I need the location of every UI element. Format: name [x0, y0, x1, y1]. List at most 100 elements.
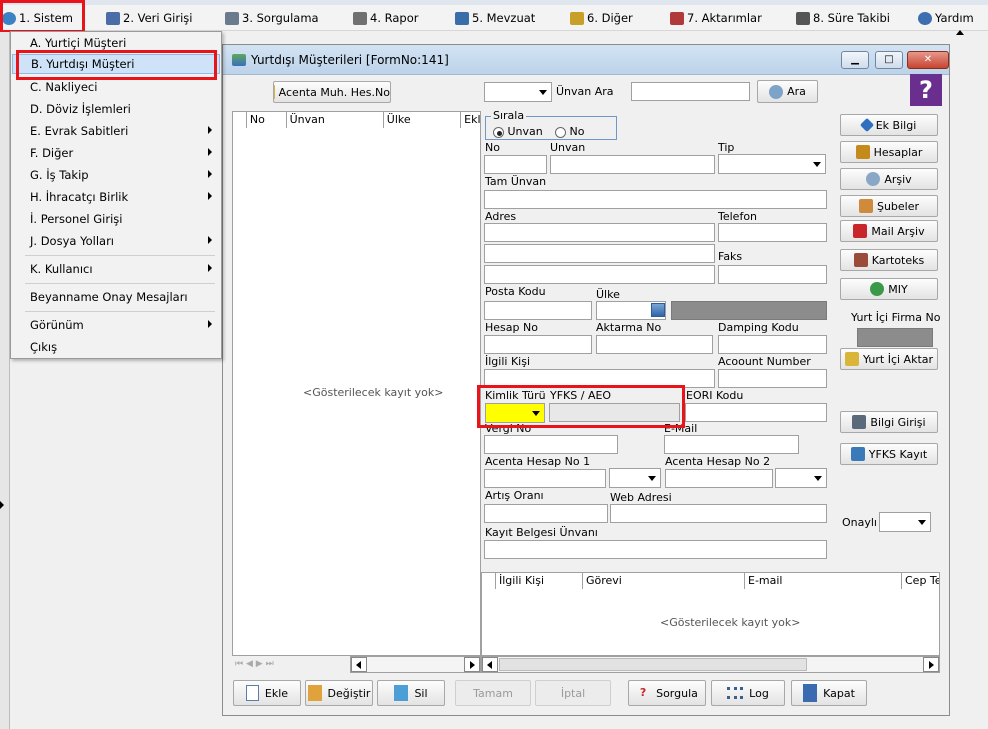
grid-col-gorevi[interactable]: Görevi [583, 573, 745, 589]
acenta-hesap-no-2-select[interactable] [775, 468, 827, 488]
scroll-left-arrow-icon[interactable] [482, 657, 498, 672]
scroll-thumb[interactable] [499, 658, 807, 671]
account-number-input[interactable] [718, 369, 827, 388]
kartoteks-button[interactable]: Kartoteks [840, 249, 938, 271]
menu-item-kullanici[interactable]: K. Kullanıcı [12, 258, 220, 280]
damping-kodu-input[interactable] [718, 335, 827, 354]
log-button[interactable]: Log [711, 680, 785, 706]
bilgi-girisi-button[interactable]: Bilgi Girişi [840, 411, 938, 433]
close-button[interactable]: ✕ [907, 51, 949, 69]
grid-col-cep-tel[interactable]: Cep Tel [902, 573, 939, 589]
menu-item-is-takip[interactable]: G. İş Takip [12, 164, 220, 186]
minimize-button[interactable]: ▁ [841, 51, 869, 69]
radio-no-indicator[interactable] [555, 126, 566, 138]
email-input[interactable] [664, 435, 799, 454]
chevron-down-icon [813, 162, 821, 167]
degistir-button[interactable]: Değiştir [305, 680, 373, 706]
ekle-button[interactable]: Ekle [233, 680, 301, 706]
menu-rapor[interactable]: 4. Rapor [353, 5, 418, 31]
menu-diger[interactable]: 6. Diğer [570, 5, 633, 31]
scroll-right-arrow-icon[interactable] [923, 657, 939, 672]
menu-item-gorunum[interactable]: Görünüm [12, 314, 220, 336]
sil-button[interactable]: Sil [377, 680, 445, 706]
tamam-button[interactable]: Tamam [455, 680, 531, 706]
adres-input-2[interactable] [484, 244, 715, 263]
menu-item-personel-girisi[interactable]: İ. Personel Girişi [12, 208, 220, 230]
ulke-lookup-icon[interactable] [651, 303, 665, 317]
menu-item-dosya-yollari[interactable]: J. Dosya Yolları [12, 230, 220, 252]
menu-sure-takibi[interactable]: 8. Süre Takibi [796, 5, 890, 31]
menu-item-ihracatci-birlik[interactable]: H. İhracatçı Birlik [12, 186, 220, 208]
menu-mevzuat[interactable]: 5. Mevzuat [455, 5, 535, 31]
menu-item-cikis[interactable]: Çıkış [12, 336, 220, 358]
onayli-select[interactable] [879, 512, 931, 532]
aktarma-no-input[interactable] [596, 335, 713, 354]
grid-navigator[interactable]: ⏮ ◀ ▶ ⏭ [232, 656, 350, 673]
acenta-hesap-no-1-input[interactable] [484, 469, 606, 488]
nav-prev-icon[interactable]: ◀ [246, 659, 253, 669]
mail-arsiv-button[interactable]: Mail Arşiv [840, 220, 938, 242]
search-input[interactable] [631, 82, 750, 101]
telefon-input[interactable] [718, 223, 827, 242]
folder-arrow-icon [844, 352, 859, 366]
artis-orani-input[interactable] [484, 504, 608, 523]
scroll-right-arrow-icon[interactable] [464, 657, 480, 672]
acenta-hesap-no-1-select[interactable] [609, 468, 661, 488]
adres-input-3[interactable] [484, 265, 715, 284]
unvan-input[interactable] [550, 155, 715, 174]
yfks-kayit-button[interactable]: YFKS Kayıt [840, 443, 938, 465]
acenta-muh-hes-button[interactable]: Acenta Muh. Hes.No [273, 81, 391, 103]
radio-unvan[interactable]: Unvan [493, 125, 543, 138]
grid-col-ilgili-kisi[interactable]: İlgili Kişi [496, 573, 583, 589]
scroll-left-arrow-icon[interactable] [351, 657, 367, 672]
hesaplar-button[interactable]: Hesaplar [840, 141, 938, 163]
web-adresi-input[interactable] [610, 504, 827, 523]
iptal-button[interactable]: İptal [535, 680, 611, 706]
sorgula-button[interactable]: ? Sorgula [628, 680, 706, 706]
posta-kodu-input[interactable] [484, 301, 592, 320]
menu-aktarimlar[interactable]: 7. Aktarımlar [670, 5, 762, 31]
maximize-button[interactable]: □ [875, 51, 903, 69]
menu-sorgulama[interactable]: 3. Sorgulama [225, 5, 319, 31]
ara-button[interactable]: Ara [757, 80, 818, 103]
search-field-select[interactable] [484, 82, 552, 102]
faks-input[interactable] [718, 265, 827, 284]
ek-bilgi-button[interactable]: Ek Bilgi [840, 114, 938, 136]
yurt-ici-aktar-button[interactable]: Yurt İçi Aktar [840, 348, 938, 370]
radio-no[interactable]: No [555, 125, 584, 138]
contacts-grid-hscrollbar[interactable] [481, 656, 940, 673]
grid-col-email[interactable]: E-mail [745, 573, 902, 589]
adres-input-1[interactable] [484, 223, 715, 242]
menu-yardim[interactable]: Yardım [918, 5, 974, 31]
eori-kodu-input[interactable] [685, 403, 827, 422]
grid-col-ekle[interactable]: Ekle [461, 112, 480, 128]
acenta-hesap-no-2-input[interactable] [665, 469, 773, 488]
help-button[interactable]: ? [910, 74, 942, 106]
nav-last-icon[interactable]: ⏭ [266, 659, 274, 669]
subeler-button[interactable]: Şubeler [840, 195, 938, 217]
grid-col-ulke[interactable]: Ülke [384, 112, 462, 128]
tam-unvan-input[interactable] [484, 190, 827, 209]
grid-col-unvan[interactable]: Ünvan [287, 112, 384, 128]
menu-item-evrak-sabitleri[interactable]: E. Evrak Sabitleri [12, 120, 220, 142]
radio-unvan-indicator[interactable] [493, 126, 504, 138]
dock-expand-arrow-icon[interactable] [0, 501, 4, 509]
vergi-no-input[interactable] [484, 435, 618, 454]
grid-col-no[interactable]: No [247, 112, 287, 128]
menu-separator [25, 255, 215, 256]
menubar-collapse-arrow-icon[interactable] [956, 30, 964, 35]
tip-select[interactable] [718, 154, 826, 174]
no-input[interactable] [484, 155, 547, 174]
menu-item-beyanname-onay[interactable]: Beyanname Onay Mesajları [12, 286, 220, 308]
nav-first-icon[interactable]: ⏮ [235, 659, 243, 669]
menu-item-doviz-islemleri[interactable]: D. Döviz İşlemleri [12, 98, 220, 120]
arsiv-button[interactable]: Arşiv [840, 168, 938, 190]
musteri-grid-hscrollbar[interactable] [350, 656, 481, 673]
miy-button[interactable]: MIY [840, 278, 938, 300]
menu-veri-girisi[interactable]: 2. Veri Girişi [106, 5, 192, 31]
kapat-button[interactable]: Kapat [791, 680, 867, 706]
hesap-no-input[interactable] [484, 335, 592, 354]
menu-item-diger[interactable]: F. Diğer [12, 142, 220, 164]
kayit-belgesi-input[interactable] [484, 540, 827, 559]
nav-next-icon[interactable]: ▶ [256, 659, 263, 669]
